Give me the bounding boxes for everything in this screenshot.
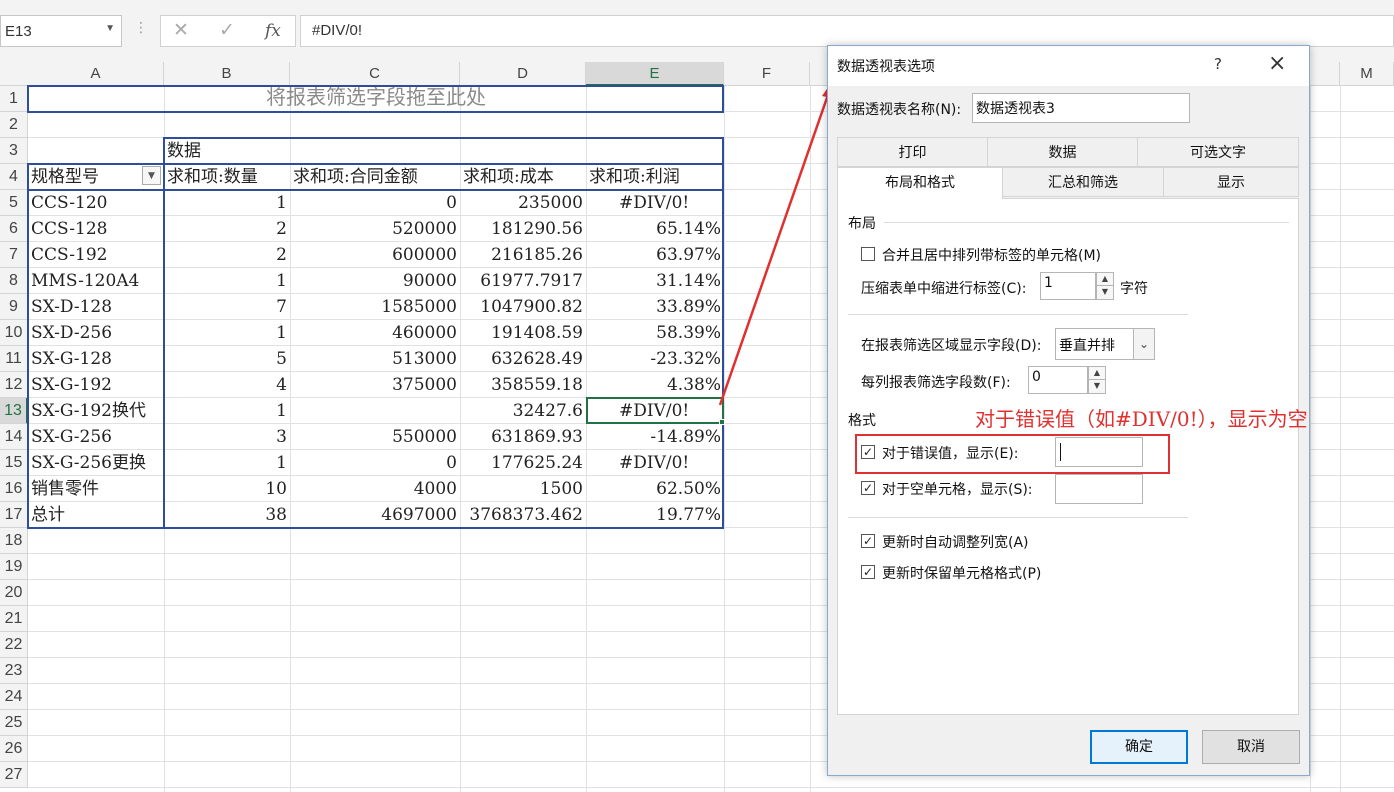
help-icon[interactable]: ? xyxy=(1214,55,1222,73)
tab-print[interactable]: 打印 xyxy=(837,137,988,167)
tab-data[interactable]: 数据 xyxy=(987,137,1138,167)
filter-per-col-label: 每列报表筛选字段数(F): xyxy=(861,375,1011,391)
preserve-checkbox[interactable]: ✓ xyxy=(861,565,875,579)
empty-checkbox[interactable]: ✓ xyxy=(861,481,875,495)
dialog-title: 数据透视表选项 xyxy=(837,59,935,75)
annotation-text: 对于错误值（如#DIV/0!），显示为空 xyxy=(975,407,1308,431)
indent-input[interactable]: 1 xyxy=(1040,272,1096,300)
tab-layout-format[interactable]: 布局和格式 xyxy=(837,167,1003,199)
tab-totals-filters[interactable]: 汇总和筛选 xyxy=(1002,167,1164,197)
cancel-button[interactable]: 取消 xyxy=(1202,730,1300,764)
divider xyxy=(848,517,1188,518)
close-icon[interactable]: × xyxy=(1268,51,1286,76)
filter-area-label: 在报表筛选区域显示字段(D): xyxy=(861,338,1042,354)
indent-label: 压缩表单中缩进行标签(C): xyxy=(861,281,1027,297)
filter-per-col-input[interactable]: 0 xyxy=(1028,366,1088,394)
divider xyxy=(848,314,1188,315)
pivot-name-input[interactable]: 数据透视表3 xyxy=(972,93,1190,123)
merge-label: 合并且居中排列带标签的单元格(M) xyxy=(882,248,1102,264)
autofit-label: 更新时自动调整列宽(A) xyxy=(882,535,1029,551)
spin-down-icon[interactable]: ▼ xyxy=(1097,286,1113,299)
pivot-name-label: 数据透视表名称(N): xyxy=(837,102,962,118)
autofit-checkbox[interactable]: ✓ xyxy=(861,534,875,548)
filter-per-col-spinner[interactable]: ▲ ▼ xyxy=(1088,366,1106,394)
chevron-down-icon[interactable]: ⌄ xyxy=(1133,328,1155,360)
arrow-line xyxy=(718,91,831,406)
indent-unit: 字符 xyxy=(1120,281,1148,297)
empty-label: 对于空单元格，显示(S): xyxy=(882,482,1033,498)
empty-value-input[interactable] xyxy=(1055,474,1143,504)
preserve-label: 更新时保留单元格格式(P) xyxy=(882,566,1042,582)
merge-checkbox[interactable] xyxy=(861,247,875,261)
tab-display[interactable]: 显示 xyxy=(1163,167,1299,197)
layout-section-label: 布局 xyxy=(848,216,876,232)
spin-up-icon[interactable]: ▲ xyxy=(1097,273,1113,286)
dialog-titlebar: 数据透视表选项 ? × xyxy=(828,46,1309,86)
spin-down-icon[interactable]: ▼ xyxy=(1089,380,1105,393)
divider xyxy=(884,222,1289,223)
tab-alt-text[interactable]: 可选文字 xyxy=(1137,137,1299,167)
indent-spinner[interactable]: ▲ ▼ xyxy=(1096,272,1114,300)
format-section-label: 格式 xyxy=(848,413,876,429)
ok-button[interactable]: 确定 xyxy=(1090,730,1188,764)
highlight-box xyxy=(855,434,1170,474)
spin-up-icon[interactable]: ▲ xyxy=(1089,367,1105,380)
